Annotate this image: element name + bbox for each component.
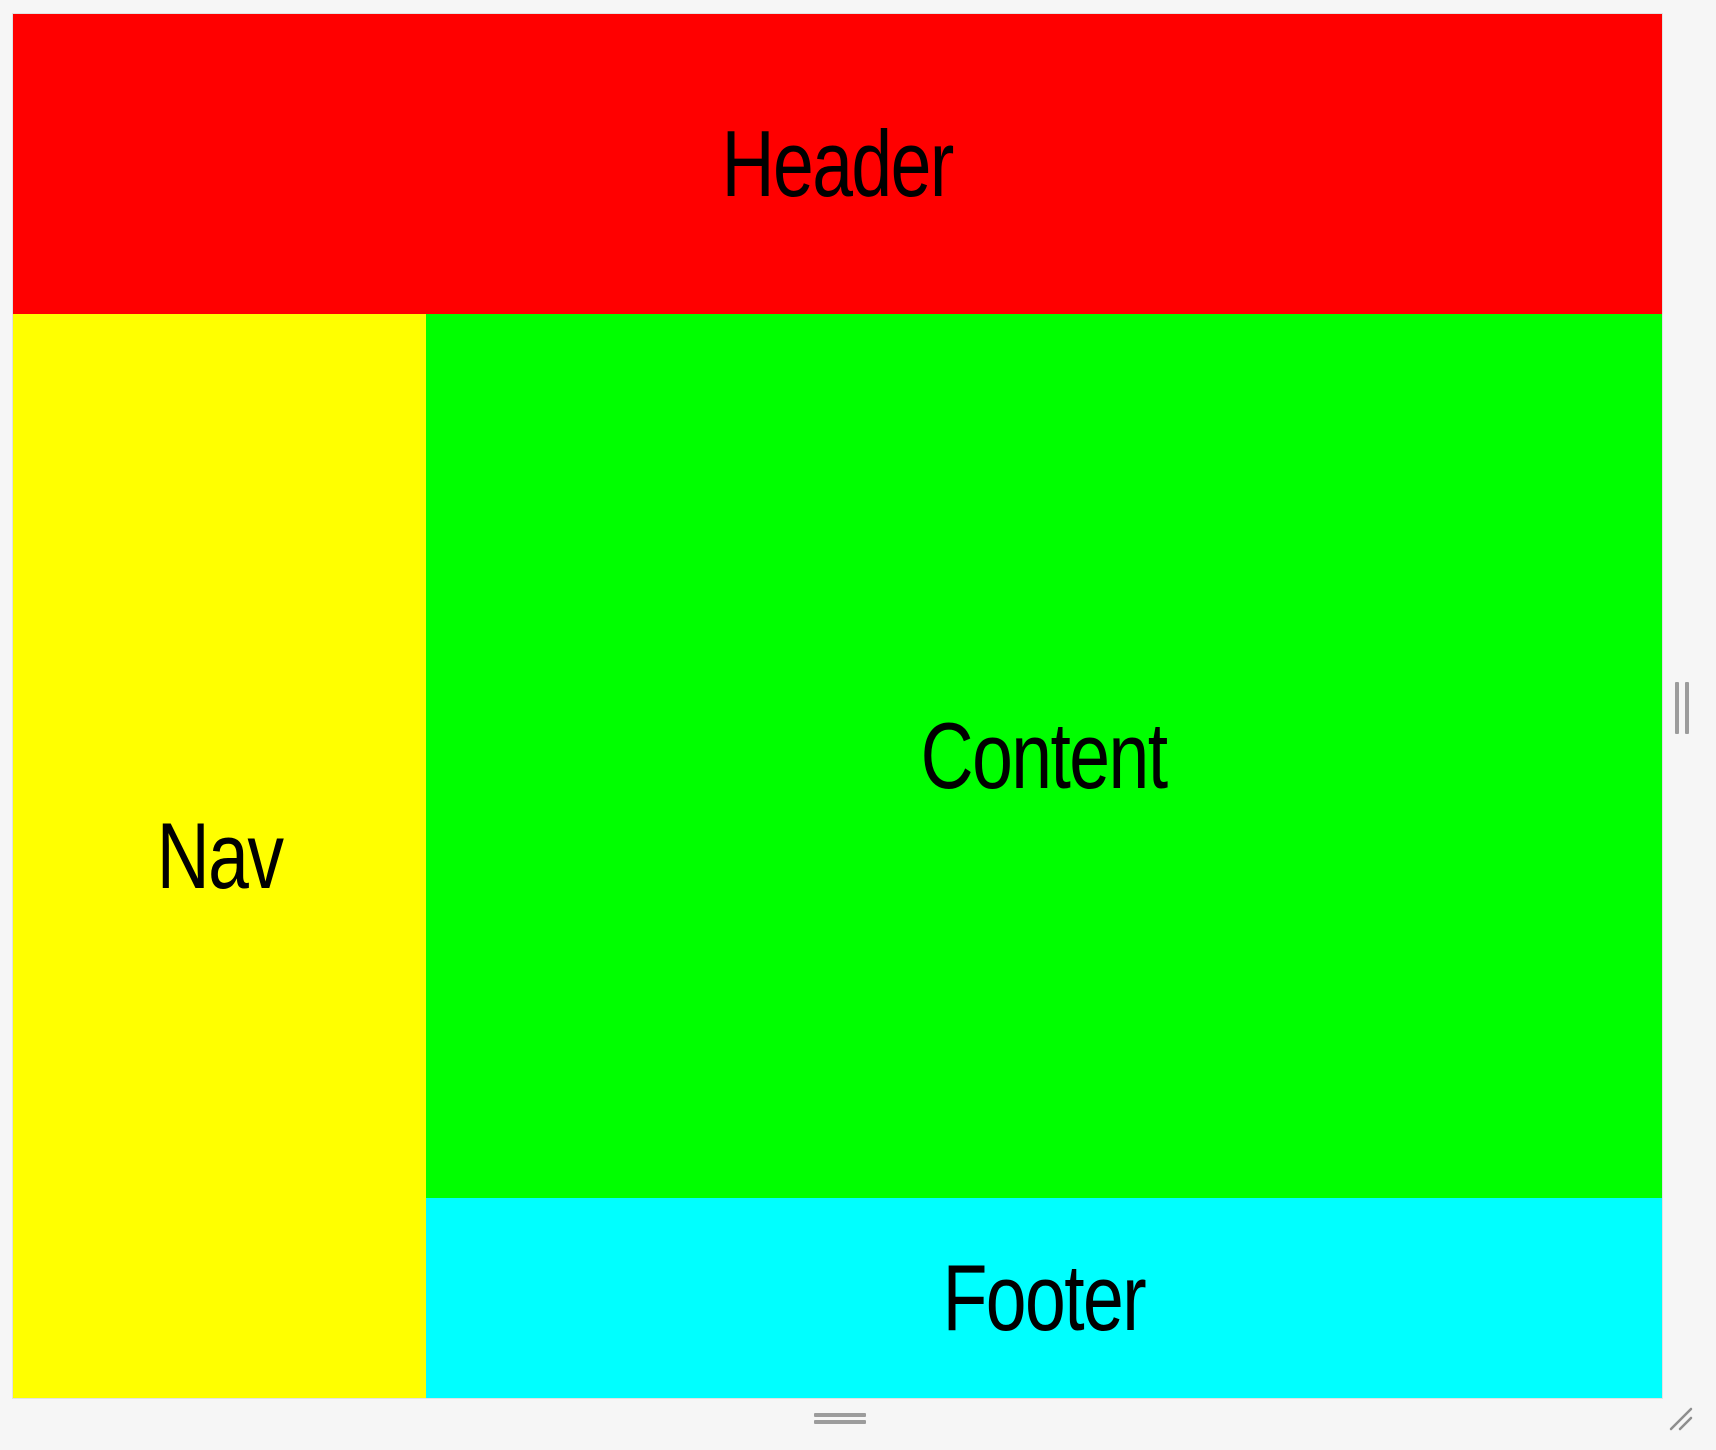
nav-region: Nav [13, 314, 426, 1398]
handle-bar-right [1685, 682, 1689, 734]
page-stage: Header Nav Content Footer [0, 0, 1716, 1450]
horizontal-drag-handle-icon[interactable] [814, 1413, 866, 1424]
footer-region: Footer [426, 1198, 1662, 1398]
handle-bar-top [814, 1413, 866, 1417]
footer-label: Footer [942, 1245, 1147, 1350]
resize-grip-icon[interactable] [1666, 1404, 1694, 1432]
handle-bar-left [1675, 682, 1679, 734]
content-region: Content [426, 314, 1662, 1198]
handle-bar-bottom [814, 1420, 866, 1424]
vertical-drag-handle-icon[interactable] [1675, 682, 1689, 734]
nav-label: Nav [156, 803, 284, 908]
header-label: Header [721, 111, 955, 216]
content-label: Content [921, 703, 1168, 808]
header-region: Header [13, 14, 1662, 314]
grid-layout: Header Nav Content Footer [13, 14, 1662, 1398]
